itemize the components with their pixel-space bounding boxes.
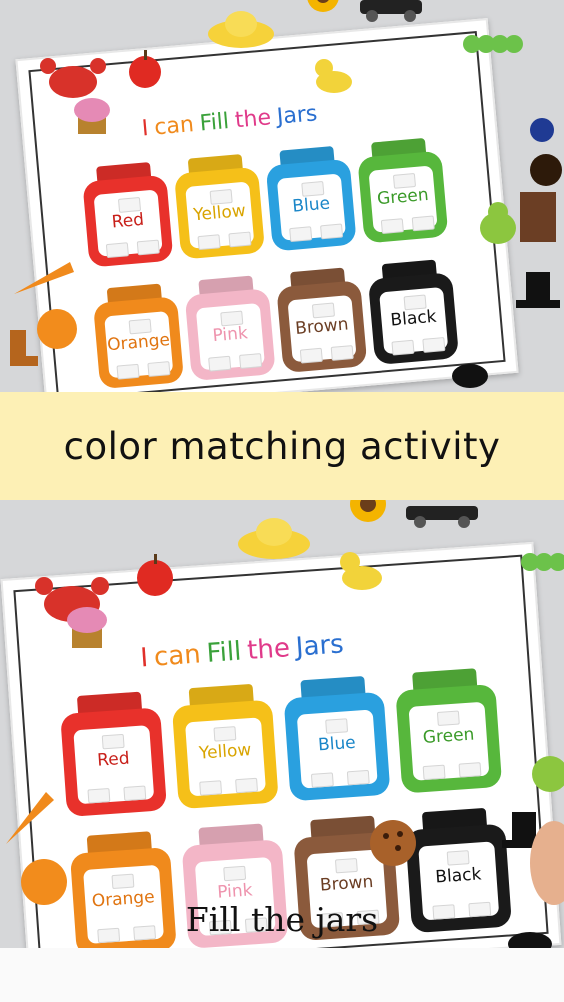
caterpillar-sticker [521,553,564,571]
bottom-strip [0,948,564,1002]
cherries-sticker [530,118,562,186]
velcro-dot[interactable] [106,242,130,259]
sunflower-sticker [350,500,386,522]
top-hat-sticker [516,272,560,308]
velcro-dot[interactable] [300,347,324,364]
jar-pink: Pink [183,274,276,382]
carrot-sticker [6,792,54,844]
hand [530,821,564,905]
jar-yellow: Yellow [173,153,266,260]
crow-sticker [452,364,488,388]
velcro-dot[interactable] [310,772,334,788]
velcro-dot[interactable] [319,223,343,240]
velcro-dot[interactable] [446,849,470,866]
caption: Fill the jars [185,900,379,939]
jar-orange: Orange [92,282,185,390]
jar-brown: Brown [275,266,368,374]
caterpillar-sticker [463,35,523,53]
title-word: I [140,116,150,142]
velcro-dot[interactable] [197,234,222,251]
jar-yellow: Yellow [171,683,279,810]
jar-blue: Blue [264,145,357,252]
jar-black: Black [367,258,460,366]
velcro-dot[interactable] [111,873,135,889]
cookie-sticker [370,820,416,866]
velcro-dot[interactable] [101,733,125,750]
title-word: the [233,105,273,134]
velcro-dot[interactable] [223,865,247,882]
velcro-dot[interactable] [147,361,171,377]
jar-green: Green [394,667,503,794]
velcro-dot[interactable] [289,226,313,243]
cupcake-sticker [67,607,107,648]
velcro-dot[interactable] [213,725,237,742]
photo-top: Ican Fill the Jars Red Yellow Blue Green Orange… [0,0,564,392]
velcro-dot[interactable] [422,764,446,780]
velcro-dot[interactable] [87,787,111,804]
cupcake-sticker [74,98,110,134]
title-banner: color matching activity [0,392,564,500]
velcro-dot[interactable] [235,777,258,793]
jar-blue: Blue [282,675,391,802]
apple-sticker [137,554,173,596]
hat-sticker [238,518,310,559]
title-word: Jars [294,629,345,663]
pear-sticker [532,756,564,792]
velcro-dot[interactable] [238,353,262,369]
hat-sticker [208,11,274,48]
velcro-dot[interactable] [334,857,358,874]
duck-sticker [315,59,352,93]
velcro-dot[interactable] [436,710,460,726]
sunflower-sticker [307,0,339,12]
title-word: Fill [205,636,243,669]
velcro-dot[interactable] [199,779,223,796]
velcro-dot[interactable] [381,218,405,235]
boot-sticker [10,330,38,366]
duck-sticker [340,552,382,590]
pear-sticker [480,202,516,244]
carrot-sticker [14,262,74,294]
jar-red: Red [59,690,168,818]
car-sticker [360,0,422,22]
velcro-dot[interactable] [346,769,370,785]
velcro-dot[interactable] [422,337,446,353]
jar-green: Green [356,137,449,244]
banner-text: color matching activity [63,424,501,468]
velcro-dot[interactable] [116,363,141,380]
velcro-dot[interactable] [330,345,354,361]
title-word: Fill [198,108,231,137]
jar-red: Red [81,161,174,268]
velcro-dot[interactable] [123,785,147,801]
title-word: can [153,639,202,673]
velcro-dot[interactable] [411,215,435,232]
velcro-dot[interactable] [325,718,349,734]
velcro-dot[interactable] [228,231,252,248]
title-word: can [153,112,195,141]
title-word: the [246,633,291,667]
velcro-dot[interactable] [391,339,416,356]
title-word: Jars [275,101,319,130]
velcro-dot[interactable] [136,239,160,256]
apple-sticker [129,50,161,88]
chocolate-sticker [520,192,556,242]
velcro-dot[interactable] [208,355,232,372]
velcro-dot[interactable] [458,761,482,778]
photo-bottom: Ican Fill the Jars Red Yellow Blue Green Orange… [0,500,564,948]
title-word: I [139,643,150,674]
car-sticker [406,506,478,528]
